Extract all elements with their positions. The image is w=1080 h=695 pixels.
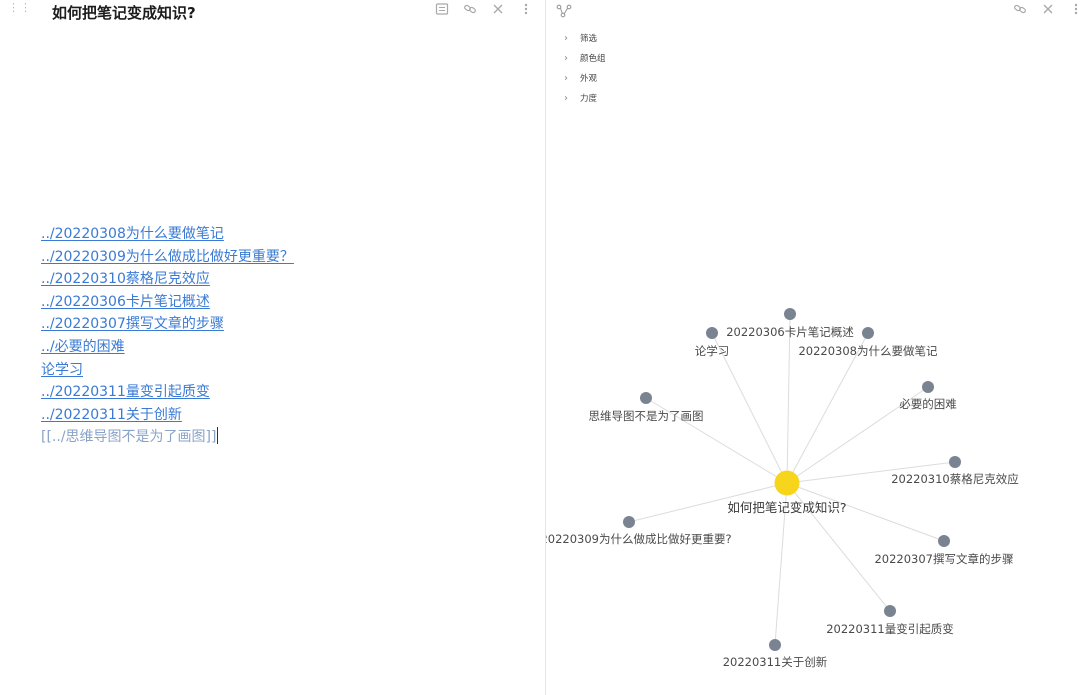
internal-link[interactable]: ../20220306卡片笔记概述: [41, 294, 210, 310]
link-icon[interactable]: [462, 2, 478, 18]
graph-node[interactable]: [784, 308, 796, 320]
note-content[interactable]: ../20220308为什么要做笔记 ../20220309为什么做成比做好更重…: [41, 223, 521, 449]
graph-center-label: 如何把笔记变成知识?: [727, 500, 846, 515]
text-cursor: [217, 427, 219, 445]
internal-link[interactable]: ../20220307撰写文章的步骤: [41, 316, 224, 332]
raw-wikilink-text[interactable]: [[../思维导图不是为了画图]]: [41, 429, 216, 445]
graph-edge: [786, 313, 791, 484]
graph-node[interactable]: [706, 327, 718, 339]
more-options-icon[interactable]: [518, 2, 534, 18]
graph-node[interactable]: [884, 605, 896, 617]
note-line-link: ../20220308为什么要做笔记: [41, 223, 521, 246]
graph-node-label: 思维导图不是为了画图: [589, 409, 704, 423]
graph-node[interactable]: [922, 381, 934, 393]
graph-node-label: 20220307撰写文章的步骤: [874, 552, 1013, 566]
graph-canvas[interactable]: 20220306卡片笔记概述论学习 20220308为什么要做笔记必要的困难思维导…: [546, 0, 1080, 695]
note-line-link: ../必要的困难: [41, 336, 521, 359]
note-line-link: 论学习: [41, 359, 521, 382]
graph-node[interactable]: [949, 456, 961, 468]
internal-link[interactable]: ../20220309为什么做成比做好更重要？: [41, 249, 294, 265]
graph-node[interactable]: [623, 516, 635, 528]
graph-node[interactable]: [769, 639, 781, 651]
graph-node-label: 20220308为什么要做笔记: [798, 344, 938, 358]
note-line-raw[interactable]: [[../思维导图不是为了画图]]: [41, 426, 521, 449]
graph-node-label: 20220311量变引起质变: [826, 622, 954, 636]
reading-view-icon[interactable]: [434, 2, 450, 18]
note-editor-pane: ⋮⋮ 如何把笔记变成知识? ../20220308为什么要做笔记 ../2022…: [0, 0, 545, 695]
note-line-link: ../20220309为什么做成比做好更重要？: [41, 246, 521, 269]
internal-link[interactable]: ../必要的困难: [41, 339, 125, 355]
internal-link[interactable]: ../20220308为什么要做笔记: [41, 226, 224, 242]
note-line-link: ../20220311量变引起质变: [41, 381, 521, 404]
graph-node-label: 20220309为什么做成比做好更重要?: [546, 532, 732, 546]
graph-center-node[interactable]: [774, 470, 800, 496]
graph-node[interactable]: [938, 535, 950, 547]
internal-link[interactable]: ../20220310蔡格尼克效应: [41, 271, 210, 287]
graph-node-label: 20220311关于创新: [723, 655, 828, 669]
close-icon[interactable]: [490, 2, 506, 18]
note-line-link: ../20220307撰写文章的步骤: [41, 313, 521, 336]
note-line-link: ../20220306卡片笔记概述: [41, 291, 521, 314]
internal-link[interactable]: 论学习: [41, 362, 83, 378]
graph-node-label: 20220310蔡格尼克效应: [891, 472, 1019, 486]
graph-node-label: 20220306卡片笔记概述: [726, 325, 854, 339]
note-line-link: ../20220311关于创新: [41, 404, 521, 427]
note-title[interactable]: 如何把笔记变成知识?: [52, 2, 196, 23]
graph-node-label: 必要的困难: [899, 397, 957, 411]
editor-actions: [434, 2, 534, 22]
graph-view-pane: › 筛选 › 颜色组 › 外观 › 力度 20220306卡片笔记概述 论学习 202203…: [546, 0, 1080, 695]
drag-handle-icon[interactable]: ⋮⋮: [8, 2, 31, 18]
graph-node[interactable]: [862, 327, 874, 339]
internal-link[interactable]: ../20220311量变引起质变: [41, 384, 210, 400]
graph-node-label: 论学习: [695, 344, 730, 358]
graph-node[interactable]: [640, 392, 652, 404]
note-line-link: ../20220310蔡格尼克效应: [41, 268, 521, 291]
internal-link[interactable]: ../20220311关于创新: [41, 407, 182, 423]
